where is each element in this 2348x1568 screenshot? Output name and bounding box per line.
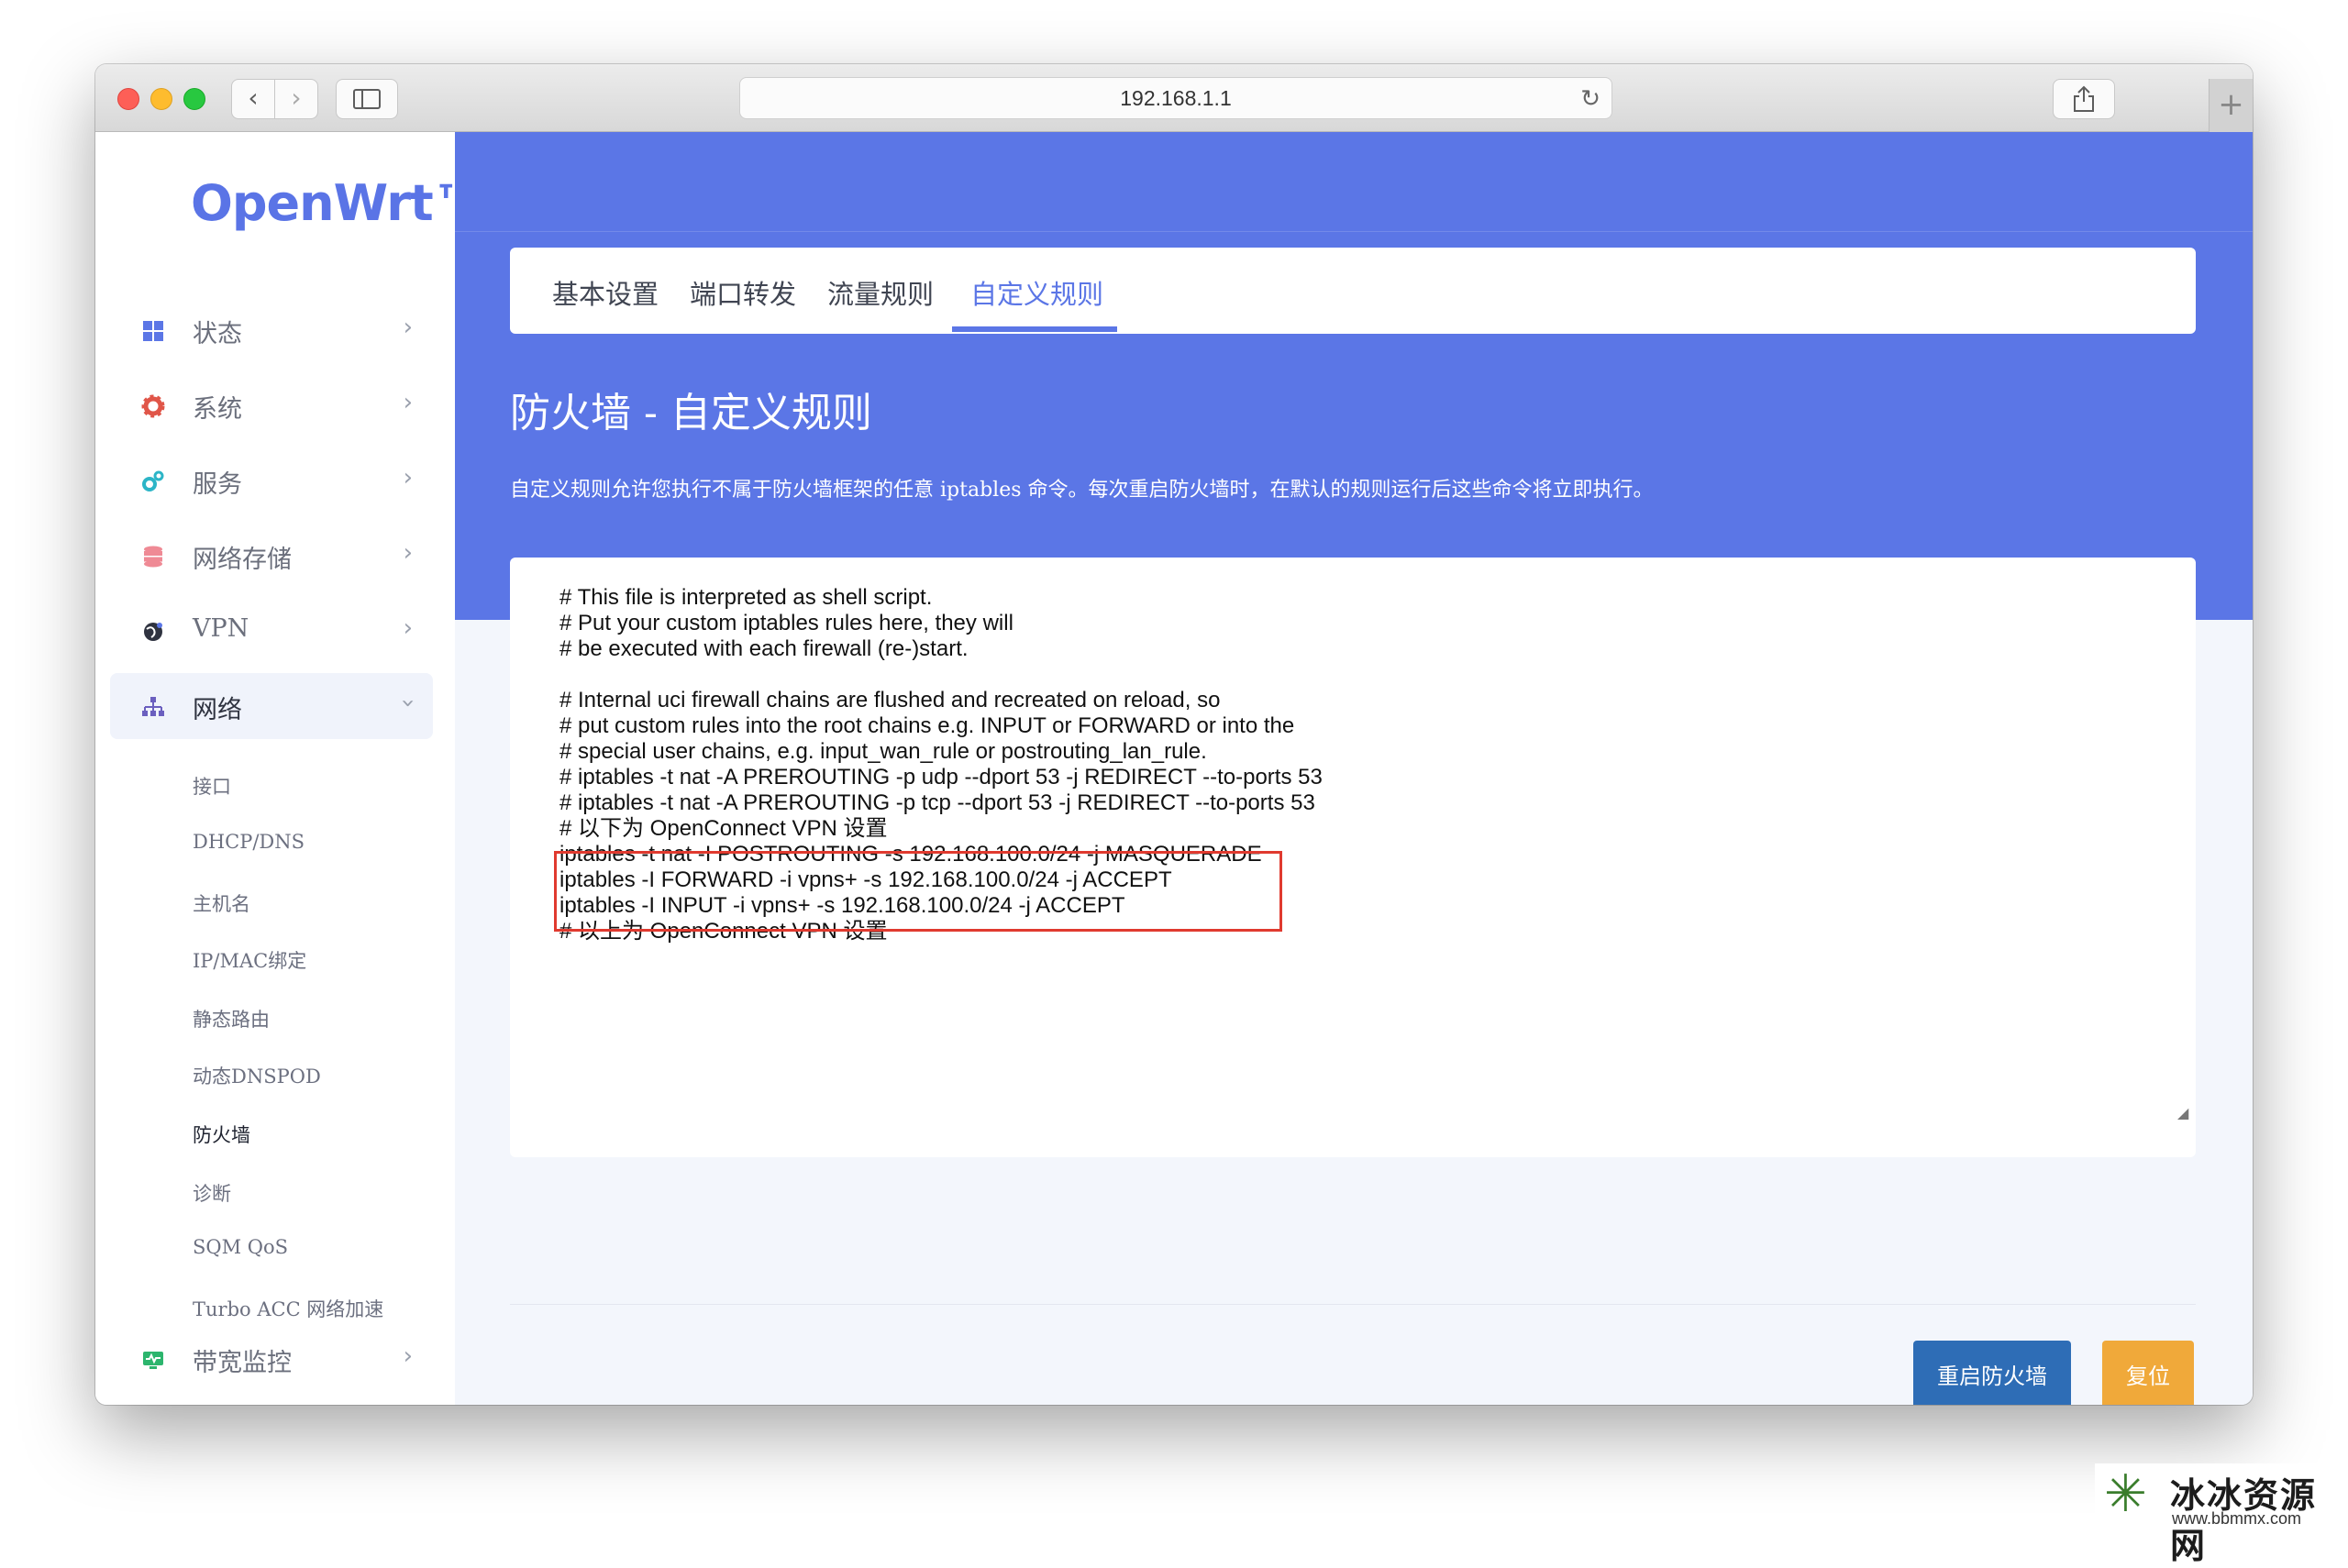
new-tab-button[interactable]: + [2209,79,2253,132]
sidebar-item-label: 带宽监控 [193,1349,292,1377]
tab-general-settings[interactable]: 基本设置 [552,273,659,312]
code-line: # special user chains, e.g. input_wan_ru… [559,739,1207,764]
sidebar-subitem-diagnostics[interactable]: 诊断 [193,1179,231,1207]
watermark: ✳ 冰冰资源网 www.bbmmx.com [2095,1463,2348,1566]
chevron-right-icon: › [403,389,413,416]
code-line: # This file is interpreted as shell scri… [559,585,933,610]
chevron-left-icon: ‹ [248,83,259,113]
sidebar-item-bandwidth-monitor[interactable]: 带宽监控 › [110,1326,433,1392]
custom-rules-editor[interactable]: # This file is interpreted as shell scri… [510,558,2196,1157]
sidebar-subitem-hostnames[interactable]: 主机名 [193,889,250,917]
resize-handle-icon[interactable]: ◢ [2177,1106,2192,1121]
header-band [455,132,2253,620]
tab-traffic-rules[interactable]: 流量规则 [827,273,934,312]
openwrt-logo[interactable]: OpenWrt™ [191,174,482,232]
sidebar-item-label: VPN [193,614,249,643]
sidebar-icon [353,89,381,109]
zoom-window-button[interactable] [183,88,205,110]
chevron-right-icon: › [403,614,413,642]
watermark-url: www.bbmmx.com [2172,1509,2302,1528]
sidebar-subitem-dnspod[interactable]: 动态DNSPOD [193,1062,321,1089]
code-line: # Internal uci firewall chains are flush… [559,688,1221,712]
sidebar: OpenWrt™ 状态 › 系统 › 服务 › 网络存储 › VPN › 网络 … [95,132,482,1405]
code-line: # put custom rules into the root chains … [559,713,1295,738]
reset-button[interactable]: 复位 [2102,1341,2194,1405]
sidebar-subitem-sqm-qos[interactable]: SQM QoS [193,1236,288,1258]
sidebar-item-label: 服务 [193,470,242,499]
browser-toolbar: ‹ › 192.168.1.1 ↻ + [95,64,2253,266]
tab-bar: 基本设置 端口转发 流量规则 自定义规则 [510,248,2196,334]
highlight-annotation-box [554,851,1282,932]
sidebar-subitem-static-routes[interactable]: 静态路由 [193,1005,270,1032]
tab-custom-rules[interactable]: 自定义规则 [970,273,1103,312]
sidebar-item-label: 网络 [193,696,242,724]
page-title: 防火墙 - 自定义规则 [510,390,872,436]
sidebar-item-label: 系统 [193,395,242,424]
minimize-window-button[interactable] [150,88,172,110]
sidebar-item-services[interactable]: 服务 › [110,447,433,513]
share-icon [2074,85,2094,112]
page-description: 自定义规则允许您执行不属于防火墙框架的任意 iptables 命令。每次重启防火… [510,479,1654,502]
sidebar-subitem-turbo-acc[interactable]: Turbo ACC 网络加速 [193,1295,383,1322]
sidebar-item-status[interactable]: 状态 › [110,297,433,363]
back-button[interactable]: ‹ [231,79,275,119]
forward-button[interactable]: › [274,79,318,119]
chevron-down-icon: › [393,698,422,709]
sidebar-subitem-firewall[interactable]: 防火墙 [193,1121,250,1148]
main-content: 基本设置 端口转发 流量规则 自定义规则 防火墙 - 自定义规则 自定义规则允许… [455,132,2253,1405]
gear-icon [141,394,165,418]
divider [510,1304,2196,1305]
dashboard-icon [143,321,163,341]
sidebar-subitem-ip-mac-binding[interactable]: IP/MAC绑定 [193,946,306,974]
share-button[interactable] [2053,79,2115,119]
sidebar-item-label: 状态 [193,320,242,348]
database-icon [144,546,162,568]
code-line: # iptables -t nat -A PREROUTING -p tcp -… [559,790,1315,815]
chevron-right-icon: › [291,83,302,113]
plus-icon: + [2218,86,2244,123]
close-window-button[interactable] [117,88,139,110]
sidebar-subitem-interfaces[interactable]: 接口 [193,772,231,800]
chevron-right-icon: › [403,464,413,491]
code-line: # 以下为 OpenConnect VPN 设置 [559,816,888,841]
network-tree-icon [142,697,164,716]
browser-window: ‹ › 192.168.1.1 ↻ + OpenWrt™ 状态 › 系统 › 服… [95,64,2253,1405]
chevron-right-icon: › [403,539,413,567]
sidebar-toggle-button[interactable] [336,79,398,119]
code-line: # iptables -t nat -A PREROUTING -p udp -… [559,765,1323,790]
restart-firewall-button[interactable]: 重启防火墙 [1913,1341,2071,1405]
sidebar-subitem-dhcp-dns[interactable]: DHCP/DNS [193,831,305,853]
chevron-right-icon: › [403,1342,413,1370]
tab-port-forwards[interactable]: 端口转发 [690,273,796,312]
sidebar-item-vpn[interactable]: VPN › [110,598,433,664]
leaf-icon: ✳ [2104,1464,2147,1524]
sidebar-item-nas[interactable]: 网络存储 › [110,523,433,589]
reload-icon[interactable]: ↻ [1580,78,1600,118]
sidebar-item-label: 网络存储 [193,546,292,574]
active-tab-indicator [952,326,1117,332]
services-icon [142,470,164,491]
address-bar[interactable]: 192.168.1.1 ↻ [739,77,1612,119]
code-line: # be executed with each firewall (re-)st… [559,636,969,661]
sidebar-item-system[interactable]: 系统 › [110,372,433,438]
sidebar-item-network[interactable]: 网络 › [110,673,433,739]
chevron-right-icon: › [403,314,413,341]
code-line: # Put your custom iptables rules here, t… [559,611,1013,635]
monitor-icon [143,1352,163,1369]
vpn-globe-icon [144,623,162,641]
url-text: 192.168.1.1 [1120,86,1232,110]
